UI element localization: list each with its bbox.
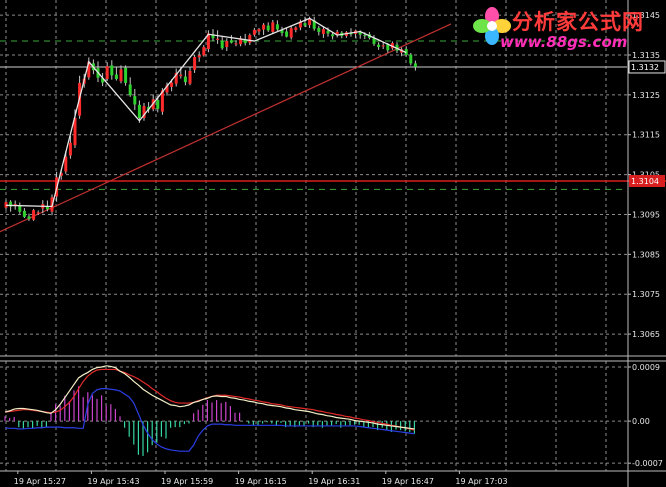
site-logo: 分析家公式网 www.88gs.com [470,2,666,54]
candle-bull [381,45,385,47]
level-price-label: 1.3104 [631,177,659,186]
candle-bull [321,29,325,34]
price-tick-label: 1.3085 [632,250,660,259]
current-price-label: 1.3132 [631,63,659,72]
candle-bull [248,35,252,43]
candle-bear [128,84,132,96]
indicator-line-white [4,365,415,430]
price-tick-label: 1.3065 [632,330,660,339]
candle-bear [363,35,367,37]
time-tick-label: 19 Apr 15:43 [87,477,139,486]
candle-bull [68,142,72,156]
logo-url: www.88gs.com [500,33,628,51]
candle-bull [197,55,201,58]
candle-bear [220,40,224,49]
candle-bear [285,31,289,37]
candle-bear [303,23,307,26]
candle-bull [262,24,266,30]
candle-bull [252,29,256,35]
price-tick-label: 1.3095 [632,210,660,219]
chart-window: 1.31451.31351.31251.31151.31051.30951.30… [0,0,666,487]
logo-title: 分析家公式网 [512,10,644,34]
candle-bear [326,30,330,34]
candle-bear [409,54,413,64]
price-tick-label: 1.3115 [632,131,660,140]
candle-bear [413,63,417,67]
price-tick-label: 1.3125 [632,91,660,100]
candle-bear [275,24,279,30]
candle-bull [193,57,197,70]
price-chart[interactable]: 1.31451.31351.31251.31151.31051.30951.30… [0,0,666,487]
candle-bull [32,210,36,220]
candle-bull [289,28,293,38]
candle-bear [156,100,160,109]
candle-bear [331,34,335,37]
candle-bear [114,74,118,79]
candle-bull [257,29,261,32]
candle-bull [308,19,312,26]
candle-bear [317,27,321,32]
time-tick-label: 19 Apr 15:27 [14,477,66,486]
candle-bear [229,40,233,43]
candle-bear [266,25,270,31]
price-tick-label: 1.3075 [632,290,660,299]
candle-bear [124,67,128,83]
candle-bear [372,38,376,44]
candle-bear [137,104,141,119]
candle-bull [188,70,192,84]
candle-bear [22,210,26,217]
candle-bull [234,43,238,45]
time-tick-label: 19 Apr 16:15 [235,477,287,486]
candle-bull [294,27,298,30]
candle-bull [179,74,183,77]
time-tick-label: 19 Apr 16:31 [308,477,360,486]
time-tick-label: 19 Apr 17:03 [455,477,507,486]
candle-bull [105,66,109,79]
candle-bear [183,76,187,83]
candle-bull [119,69,123,82]
candle-bull [36,212,40,214]
zigzag-line [5,17,407,208]
indicator-tick-label: 0.0009 [632,363,660,372]
indicator-tick-label: -0.0007 [632,459,663,468]
time-tick-label: 19 Apr 16:47 [382,477,434,486]
candle-bear [133,96,137,105]
candle-bear [377,44,381,48]
indicator-tick-label: 0.00 [632,417,650,426]
candle-bull [216,38,220,40]
candle-bull [202,47,206,56]
candle-bull [271,22,275,32]
candle-bear [110,65,114,76]
candle-bear [27,216,31,219]
candle-bear [18,205,22,212]
candle-bull [170,82,174,87]
candle-bull [225,41,229,48]
time-tick-label: 19 Apr 15:59 [161,477,213,486]
